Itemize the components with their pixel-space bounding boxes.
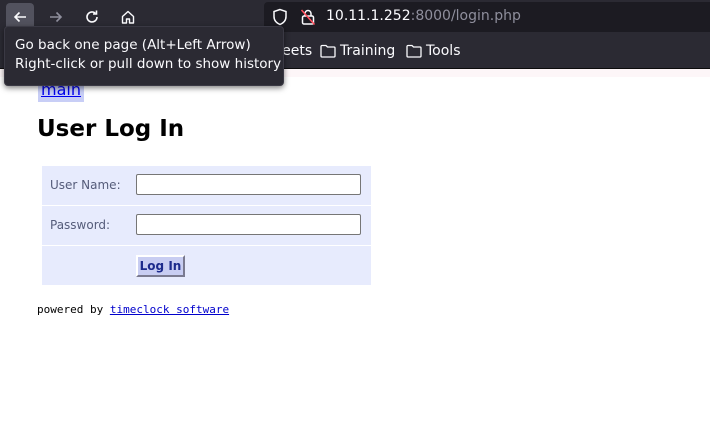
bookmark-label: Tools <box>426 43 461 59</box>
powered-by-footer: powered by timeclock software <box>37 303 229 316</box>
insecure-lock-icon[interactable] <box>300 8 316 26</box>
url-host: 10.11.1.252 <box>326 8 411 24</box>
url-text[interactable]: 10.11.1.252:8000/login.php <box>326 8 521 24</box>
arrow-left-icon <box>13 11 26 23</box>
submit-row: Log In <box>42 246 371 285</box>
arrow-right-icon <box>50 11 63 23</box>
password-row: Password: <box>42 206 371 245</box>
username-label: User Name: <box>50 178 121 192</box>
login-button[interactable]: Log In <box>136 255 185 277</box>
address-bar[interactable]: 10.11.1.252:8000/login.php <box>264 2 710 32</box>
tooltip-line-2: Right-click or pull down to show history <box>15 56 282 72</box>
username-row: User Name: <box>42 166 371 205</box>
bookmark-training[interactable]: Training <box>320 42 395 60</box>
bookmark-tools[interactable]: Tools <box>406 42 461 60</box>
timeclock-software-link[interactable]: timeclock software <box>110 303 229 316</box>
back-button-tooltip: Go back one page (Alt+Left Arrow) Right-… <box>4 26 284 86</box>
url-path: :8000/login.php <box>410 8 521 24</box>
password-input[interactable] <box>136 214 361 235</box>
reload-icon <box>86 10 98 23</box>
folder-icon <box>406 44 422 58</box>
username-input[interactable] <box>136 174 361 195</box>
password-label: Password: <box>50 218 111 232</box>
shield-icon[interactable] <box>272 8 288 26</box>
login-form: User Name: Password: Log In <box>42 166 371 285</box>
bookmark-label: Training <box>340 43 396 59</box>
home-icon <box>121 10 135 24</box>
tooltip-line-1: Go back one page (Alt+Left Arrow) <box>15 37 251 53</box>
folder-icon <box>320 44 336 58</box>
page-title: User Log In <box>37 116 185 142</box>
powered-by-text: powered by <box>37 303 110 316</box>
